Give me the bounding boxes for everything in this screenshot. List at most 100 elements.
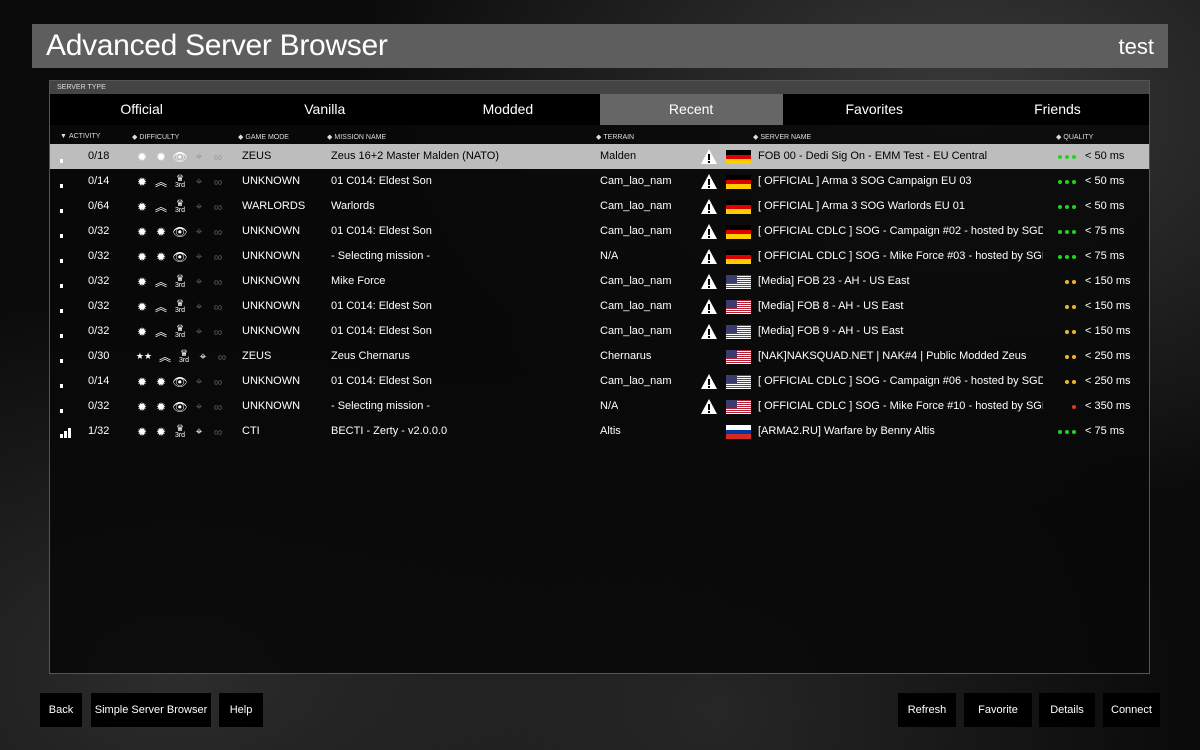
quality-indicator: < 250 ms [1054,369,1131,394]
activity-bars-icon [60,328,72,338]
player-count: 0/32 [88,325,110,337]
column-game-mode[interactable]: ◆ GAME MODE [238,133,289,141]
flag-de-icon [726,175,751,189]
gear-icon: ✹ [155,224,167,239]
server-rows: 0/18 ZEUS Zeus 16+2 Master Malden (NATO) Ma… [50,144,1149,444]
activity-bars-icon [60,303,72,313]
column-quality[interactable]: ◆ QUALITY [1056,133,1093,141]
gear-icon: ✹ [136,374,148,389]
flag-de-icon [726,150,751,164]
quality-dot [1072,229,1076,234]
gear-icon: ✹ [136,424,148,439]
activity-bars-icon [60,153,72,163]
server-row[interactable]: 0/32 UNKNOWN 01 C014: Eldest Son Cam_lao_na… [50,219,1149,244]
tab-official[interactable]: Official [50,94,234,125]
player-count: 0/30 [88,350,110,362]
sort-desc-icon: ▼ [60,133,67,140]
player-count: 0/64 [88,200,110,212]
flag-ru-icon [726,425,751,439]
help-button[interactable]: Help [219,693,263,727]
quality-dot [1072,429,1076,434]
terrain-name: Malden [600,150,637,162]
game-mode: UNKNOWN [242,175,301,187]
warning-icon [701,374,717,389]
server-name: FOB 00 - Dedi Sig On - EMM Test - EU Cen… [758,150,988,162]
quality-indicator: < 50 ms [1054,194,1124,219]
difficulty-icons: ✹ ︽ ♛ 3rd ⌖ ∞ [134,194,226,219]
server-row[interactable]: 0/18 ZEUS Zeus 16+2 Master Malden (NATO) Ma… [50,144,1149,169]
tab-recent[interactable]: Recent [599,94,783,125]
gear-icon: ✹ [136,224,148,239]
tab-friends[interactable]: Friends [965,94,1150,125]
server-name: [Media] FOB 9 - AH - US East [758,325,904,337]
game-mode: UNKNOWN [242,225,301,237]
game-mode: ZEUS [242,150,272,162]
activity-bars-icon [60,203,72,213]
server-name: [Media] FOB 8 - AH - US East [758,300,904,312]
server-row[interactable]: 0/32 UNKNOWN Mike Force Cam_lao_nam ✹ ︽ ♛ 3rd ⌖ ∞… [50,269,1149,294]
link-icon: ∞ [213,274,223,289]
crosshair-icon: ⌖ [195,274,203,288]
quality-dot [1072,179,1076,184]
warning-icon [701,149,717,164]
terrain-name: Chernarus [600,350,652,362]
quality-dot [1058,154,1062,159]
server-row[interactable]: 1/32 CTI BECTI - Zerty - v2.0.0.0 Altis ✹ ✹ ♛ 3… [50,419,1149,444]
crosshair-icon: ⌖ [195,374,203,388]
quality-indicator: < 50 ms [1054,144,1124,169]
server-list-panel: SERVER TYPE Official Vanilla Modded Recent F… [49,80,1150,674]
quality-dot [1065,154,1069,159]
server-name: [NAK]NAKSQUAD.NET | NAK#4 | Public Modde… [758,350,1027,362]
quality-dot [1072,354,1076,359]
gear-icon: ✹ [136,299,148,314]
details-button[interactable]: Details [1039,693,1095,727]
back-button[interactable]: Back [40,693,82,727]
link-icon: ∞ [213,199,223,214]
connect-button[interactable]: Connect [1103,693,1160,727]
gear-icon: ✹ [155,399,167,414]
tab-favorites[interactable]: Favorites [782,94,966,125]
activity-bars-icon [60,428,72,438]
third-person-icon: ♛ 3rd [174,322,186,339]
column-terrain[interactable]: ◆ TERRAIN [596,133,634,141]
ping-value: < 350 ms [1085,400,1131,412]
column-server-name[interactable]: ◆ SERVER NAME [753,133,811,141]
column-difficulty[interactable]: ◆ DIFFICULTY [132,133,179,141]
refresh-button[interactable]: Refresh [898,693,956,727]
quality-dot [1065,279,1069,284]
column-mission-name[interactable]: ◆ MISSION NAME [327,133,386,141]
server-type-tabs: Official Vanilla Modded Recent Favorites Frie… [50,94,1150,125]
tab-vanilla[interactable]: Vanilla [233,94,417,125]
quality-dots-icon [1054,254,1076,259]
quality-dots-icon [1054,429,1076,434]
ping-value: < 150 ms [1085,275,1131,287]
server-row[interactable]: 0/32 UNKNOWN 01 C014: Eldest Son Cam_lao_na… [50,294,1149,319]
quality-dots-icon [1054,304,1076,309]
link-icon: ∞ [213,324,223,339]
server-row[interactable]: 0/32 UNKNOWN 01 C014: Eldest Son Cam_lao_na… [50,319,1149,344]
difficulty-icons: ✹ ︽ ♛ 3rd ⌖ ∞ [134,169,226,194]
warning-icon [701,199,717,214]
flag-us-icon [726,400,751,414]
server-row[interactable]: 0/32 UNKNOWN - Selecting mission - N/A ✹ ✹ 👁 ⌖ ∞… [50,394,1149,419]
link-icon: ∞ [213,174,223,189]
quality-dot [1065,204,1069,209]
simple-server-browser-button[interactable]: Simple Server Browser [91,693,211,727]
server-row[interactable]: 0/14 UNKNOWN 01 C014: Eldest Son Cam_lao_na… [50,369,1149,394]
flag-de-icon [726,250,751,264]
tab-modded[interactable]: Modded [416,94,600,125]
server-row[interactable]: 0/32 UNKNOWN - Selecting mission - N/A ✹ ✹ 👁 ⌖ ∞… [50,244,1149,269]
server-row[interactable]: 0/14 UNKNOWN 01 C014: Eldest Son Cam_lao_na… [50,169,1149,194]
quality-dot [1072,279,1076,284]
activity-bars-icon [60,278,72,288]
column-activity[interactable]: ▼ ACTIVITY [60,133,100,140]
mission-name: Warlords [331,200,375,212]
server-row[interactable]: 0/64 WARLORDS Warlords Cam_lao_nam ✹ ︽ ♛ 3rd ⌖ ∞ [… [50,194,1149,219]
player-count: 1/32 [88,425,110,437]
quality-dot [1065,254,1069,259]
terrain-name: Altis [600,425,621,437]
favorite-button[interactable]: Favorite [964,693,1032,727]
warning-icon [701,174,717,189]
activity-bars-icon [60,228,72,238]
server-row[interactable]: 0/30 ZEUS Zeus Chernarus Chernarus ★★ ︽ ♛ 3rd ⌖ ∞… [50,344,1149,369]
